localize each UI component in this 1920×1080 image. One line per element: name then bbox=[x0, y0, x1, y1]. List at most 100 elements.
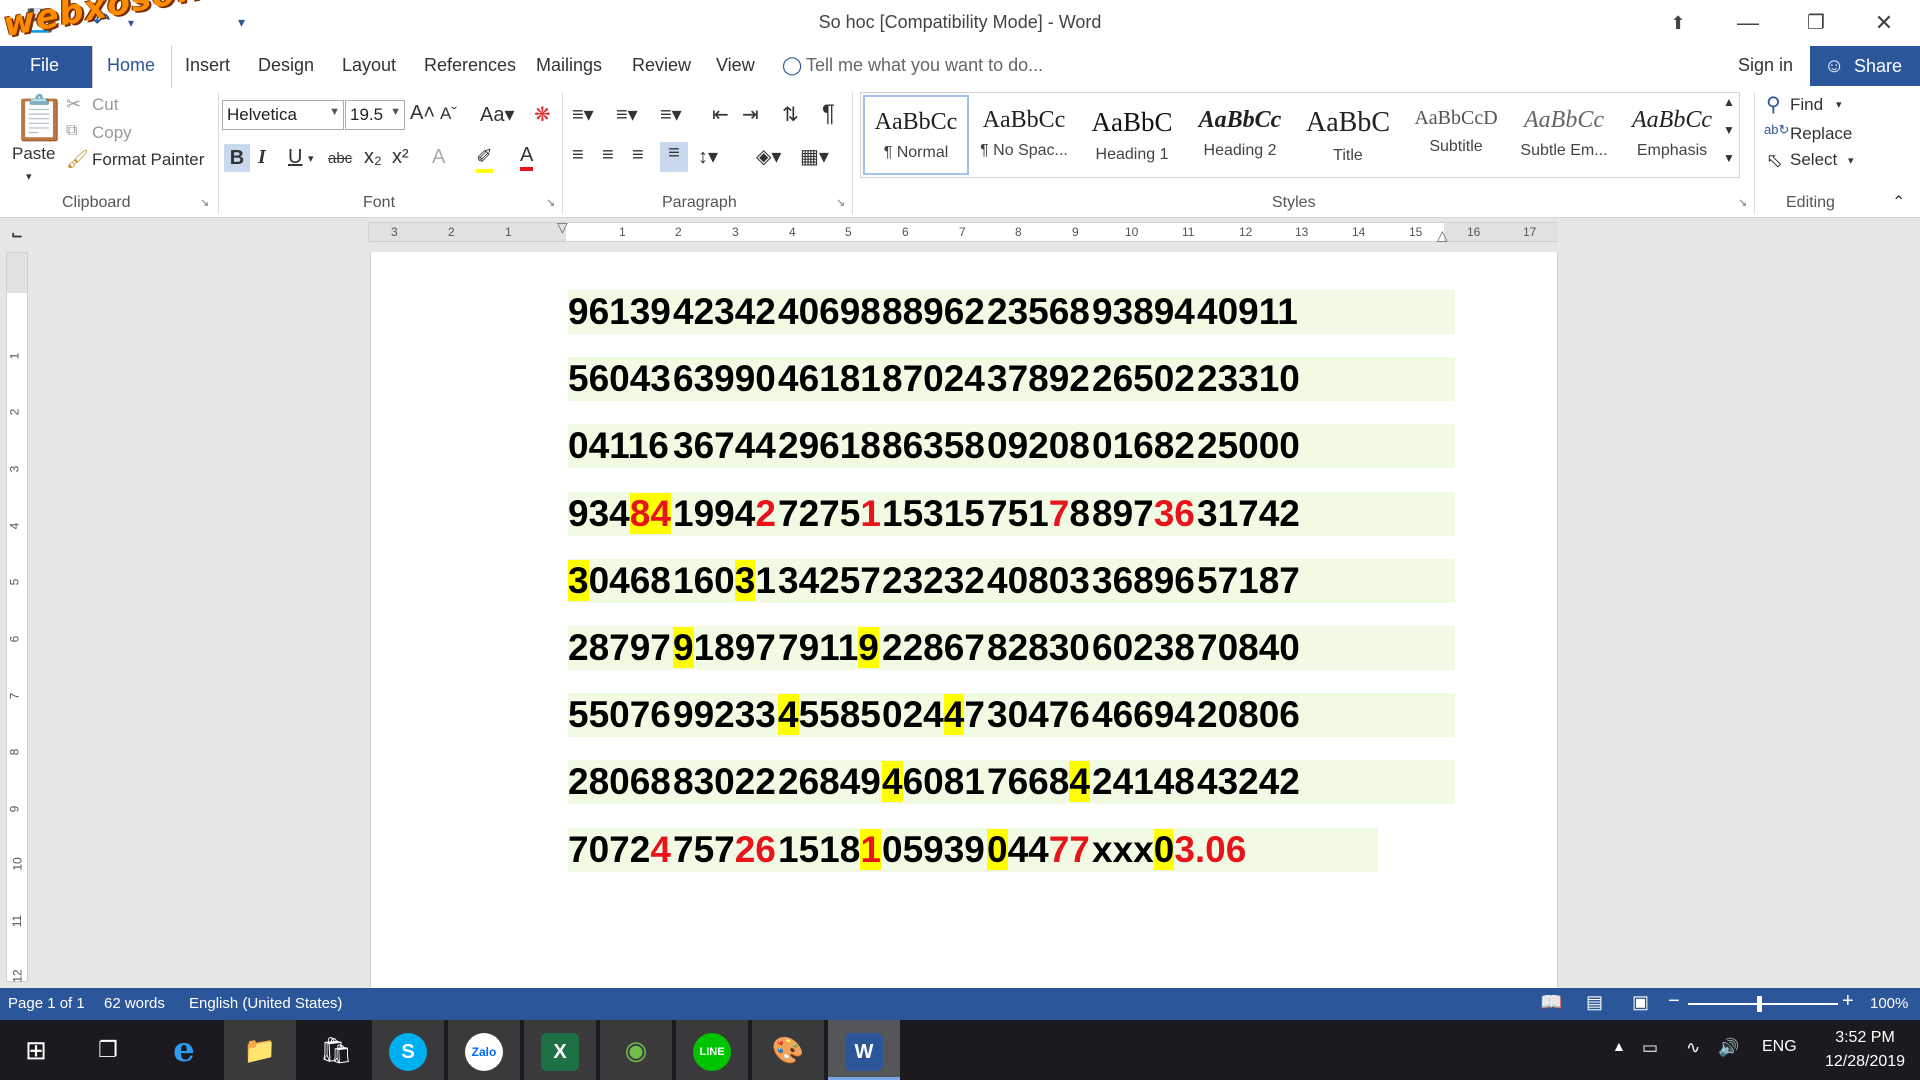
number-cell[interactable]: 76684 bbox=[987, 760, 1090, 804]
number-cell[interactable]: 72751 bbox=[778, 492, 881, 536]
number-cell[interactable]: 01682 bbox=[1092, 424, 1195, 468]
number-cell[interactable]: 23568 bbox=[987, 290, 1090, 334]
number-cell[interactable]: 30468 bbox=[568, 559, 671, 603]
number-cell[interactable]: 55076 bbox=[568, 693, 671, 737]
style-title[interactable]: AaBbC Title bbox=[1295, 95, 1401, 175]
copy-button[interactable]: Copy bbox=[92, 123, 132, 143]
word-count[interactable]: 62 words bbox=[104, 995, 165, 1012]
clear-formatting-icon[interactable]: ❋ bbox=[534, 102, 551, 127]
number-cell[interactable]: 86358 bbox=[882, 424, 985, 468]
number-row[interactable]: 30468 16031 34257 23232 40803 36896 57187 bbox=[568, 558, 1455, 603]
number-cell[interactable]: 87024 bbox=[882, 357, 985, 401]
style-subtitle[interactable]: AaBbCcD Subtitle bbox=[1403, 95, 1509, 175]
justify-icon[interactable]: ≡ bbox=[660, 142, 688, 172]
language-indicator[interactable]: English (United States) bbox=[189, 995, 342, 1012]
number-cell[interactable]: 28797 bbox=[568, 626, 671, 670]
tab-file[interactable]: File bbox=[0, 46, 92, 88]
number-cell[interactable]: 36744 bbox=[673, 424, 776, 468]
number-cell[interactable]: 19942 bbox=[673, 492, 776, 536]
align-center-icon[interactable]: ≡ bbox=[602, 144, 614, 167]
number-cell[interactable]: 56043 bbox=[568, 357, 671, 401]
system-clock[interactable]: 3:52 PM 12/28/2019 bbox=[1815, 1026, 1915, 1074]
number-cell[interactable]: 42342 bbox=[673, 290, 776, 334]
number-row[interactable]: 28797 91897 79119 22867 82830 60238 70840 bbox=[568, 626, 1455, 670]
bold-icon[interactable]: B bbox=[224, 144, 250, 172]
bullets-icon[interactable]: ≡▾ bbox=[572, 102, 594, 127]
number-cell[interactable]: 79119 bbox=[778, 626, 879, 670]
close-icon[interactable]: ✕ bbox=[1864, 6, 1904, 40]
number-row[interactable]: 96139 42342 40698 88962 23568 93894 40911 bbox=[568, 290, 1455, 334]
shading-icon[interactable]: ◈▾ bbox=[756, 144, 781, 169]
tab-home[interactable]: Home bbox=[92, 46, 172, 88]
corel-icon[interactable]: ◉ bbox=[600, 1020, 672, 1080]
number-cell[interactable]: 09208 bbox=[987, 424, 1090, 468]
collapse-ribbon-icon[interactable]: ⌃ bbox=[1892, 192, 1905, 212]
styles-more-icon[interactable]: ▼ bbox=[1723, 151, 1735, 165]
number-cell[interactable]: 37892 bbox=[987, 357, 1090, 401]
internet-explorer-icon[interactable]: e bbox=[148, 1020, 220, 1080]
number-cell[interactable]: 82830 bbox=[987, 626, 1090, 670]
number-cell[interactable]: 23310 bbox=[1197, 357, 1300, 401]
borders-icon[interactable]: ▦▾ bbox=[800, 144, 829, 169]
number-cell[interactable]: 40911 bbox=[1197, 290, 1298, 334]
change-case-icon[interactable]: Aa▾ bbox=[480, 102, 515, 127]
minimize-icon[interactable]: — bbox=[1728, 6, 1768, 40]
tab-review[interactable]: Review bbox=[632, 55, 691, 76]
tab-insert[interactable]: Insert bbox=[185, 55, 230, 76]
grow-font-icon[interactable]: A˄ bbox=[410, 102, 435, 125]
number-cell[interactable]: 46181 bbox=[778, 357, 881, 401]
number-cell[interactable]: 02447 bbox=[882, 693, 985, 737]
style-heading-2[interactable]: AaBbCc Heading 2 bbox=[1187, 95, 1293, 175]
number-cell[interactable]: 26849 bbox=[778, 760, 881, 804]
replace-button[interactable]: Replace bbox=[1790, 124, 1852, 144]
number-cell[interactable]: 70724 bbox=[568, 828, 671, 872]
number-cell[interactable]: 15181 bbox=[778, 828, 881, 872]
document-page[interactable]: 96139 42342 40698 88962 23568 93894 40911 56043… bbox=[370, 252, 1558, 988]
tell-me-box[interactable]: Tell me what you want to do... bbox=[806, 55, 1043, 76]
font-name-combo[interactable]: Helvetica ▼ bbox=[222, 100, 344, 130]
format-painter-button[interactable]: Format Painter bbox=[92, 150, 204, 170]
font-launcher-icon[interactable]: ↘ bbox=[546, 196, 555, 209]
number-cell[interactable]: 31742 bbox=[1197, 492, 1300, 536]
number-cell[interactable]: 96139 bbox=[568, 290, 671, 334]
read-mode-icon[interactable]: 📖 bbox=[1540, 992, 1562, 1013]
battery-icon[interactable]: ▭ bbox=[1642, 1038, 1658, 1058]
show-formatting-icon[interactable]: ¶ bbox=[822, 100, 835, 128]
volume-icon[interactable]: 🔊 bbox=[1718, 1038, 1739, 1058]
style-emphasis[interactable]: AaBbCc Emphasis bbox=[1619, 95, 1725, 175]
number-row[interactable]: 04116 36744 29618 86358 09208 01682 25000 bbox=[568, 424, 1455, 469]
number-row[interactable]: 55076 99233 45585 02447 30476 46694 20806 bbox=[568, 693, 1455, 738]
skype-icon[interactable]: S bbox=[372, 1020, 444, 1080]
number-cell[interactable]: 04477 bbox=[987, 828, 1090, 872]
number-cell[interactable]: 26502 bbox=[1092, 357, 1195, 401]
ribbon-display-options-icon[interactable]: ⬆ bbox=[1658, 6, 1698, 40]
style-heading-1[interactable]: AaBbC Heading 1 bbox=[1079, 95, 1185, 175]
italic-icon[interactable]: I bbox=[258, 146, 266, 169]
number-row[interactable]: 93484 19942 72751 15315 75178 89736 31742 bbox=[568, 491, 1455, 536]
number-cell[interactable]: 46694 bbox=[1092, 693, 1195, 737]
number-cell[interactable]: 23232 bbox=[882, 559, 985, 603]
number-row[interactable]: 28068 83022 26849 46081 76684 24148 43242 bbox=[568, 760, 1455, 805]
number-cell[interactable]: 60238 bbox=[1092, 626, 1195, 670]
number-cell[interactable]: 75726 bbox=[673, 828, 776, 872]
restore-icon[interactable]: ❐ bbox=[1796, 6, 1836, 40]
shrink-font-icon[interactable]: Aˇ bbox=[440, 104, 457, 124]
decrease-indent-icon[interactable]: ⇤ bbox=[712, 102, 729, 127]
tab-mailings[interactable]: Mailings bbox=[536, 55, 602, 76]
number-cell[interactable]: 16031 bbox=[673, 559, 776, 603]
paste-button[interactable]: Paste bbox=[12, 144, 55, 164]
styles-scroll-up-icon[interactable]: ▲ bbox=[1723, 95, 1735, 109]
number-cell[interactable]: xxx03.06 bbox=[1092, 828, 1246, 872]
tab-view[interactable]: View bbox=[716, 55, 755, 76]
zoom-level[interactable]: 100% bbox=[1870, 995, 1908, 1012]
style-normal[interactable]: AaBbCc ¶ Normal bbox=[863, 95, 969, 175]
number-cell[interactable]: 91897 bbox=[673, 626, 776, 670]
tab-selector-icon[interactable]: ⌙ bbox=[6, 226, 28, 246]
align-right-icon[interactable]: ≡ bbox=[632, 144, 644, 167]
cut-button[interactable]: Cut bbox=[92, 95, 118, 115]
file-explorer-icon[interactable]: 📁 bbox=[224, 1020, 296, 1080]
style-no-spacing[interactable]: AaBbCc ¶ No Spac... bbox=[971, 95, 1077, 175]
select-dropdown-icon[interactable]: ▾ bbox=[1848, 154, 1854, 167]
number-cell[interactable]: 36896 bbox=[1092, 559, 1195, 603]
align-left-icon[interactable]: ≡ bbox=[572, 144, 584, 167]
